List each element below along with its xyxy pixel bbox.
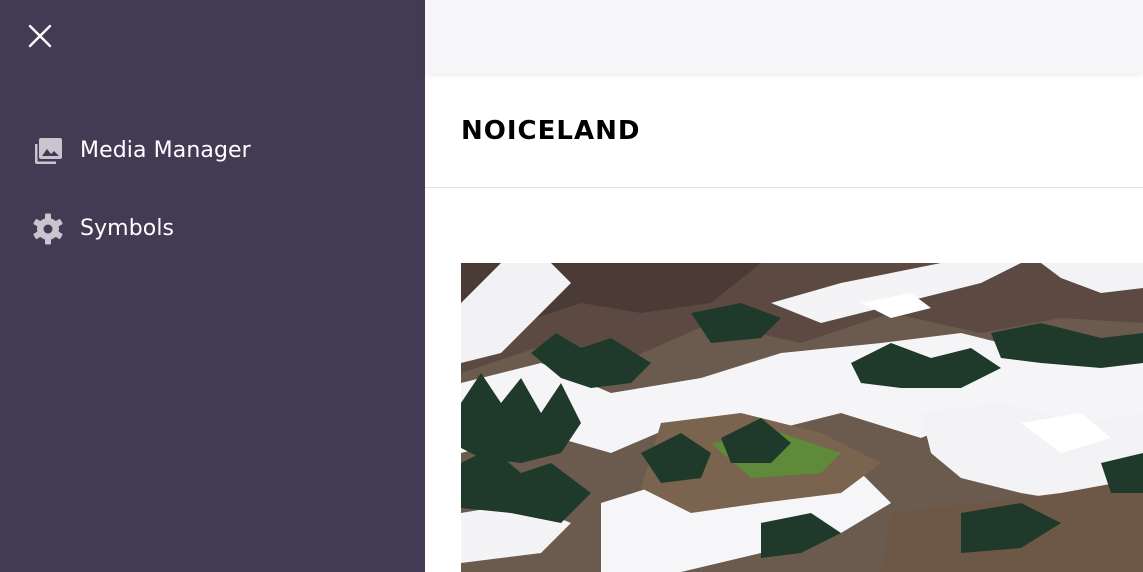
top-bar <box>425 0 1143 74</box>
sidebar-item-label: Media Manager <box>80 138 251 163</box>
main-content: NOICELAND <box>425 0 1143 572</box>
sidebar-item-media-manager[interactable]: Media Manager <box>30 133 251 168</box>
page-title: NOICELAND <box>461 116 641 146</box>
sidebar: Media Manager Symbols <box>0 0 425 572</box>
sidebar-item-label: Symbols <box>80 216 175 241</box>
close-icon <box>28 24 52 48</box>
site-header: NOICELAND <box>425 76 1143 188</box>
hero-image <box>461 263 1143 572</box>
gear-icon <box>30 211 65 246</box>
close-button[interactable] <box>24 20 56 52</box>
photo-library-icon <box>30 133 65 168</box>
sidebar-item-symbols[interactable]: Symbols <box>30 211 174 246</box>
